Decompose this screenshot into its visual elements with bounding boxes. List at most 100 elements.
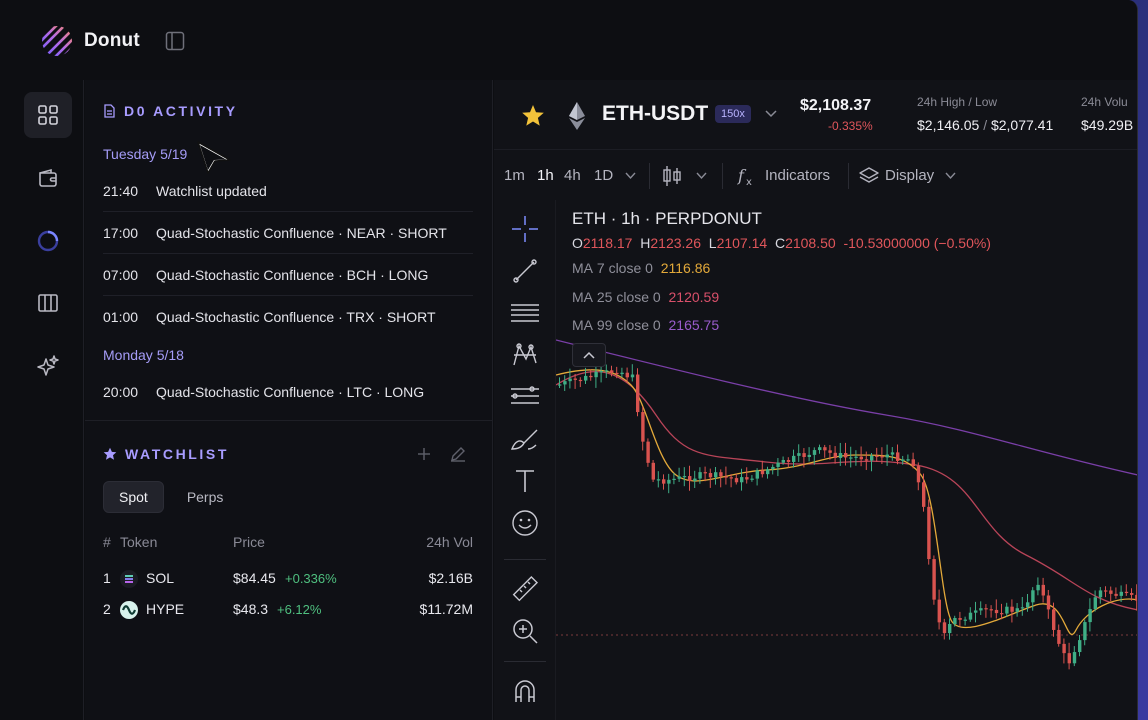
magnet-tool[interactable]: [510, 676, 540, 706]
row-num: 1: [103, 570, 111, 586]
col-vol: 24h Vol: [426, 534, 473, 550]
nav-dashboard-button[interactable]: [24, 92, 72, 138]
hype-token-icon: [120, 601, 138, 619]
candle-body: [589, 375, 593, 378]
candle-body: [1036, 584, 1040, 591]
last-price: $2,108.37: [800, 97, 872, 114]
indicators-button[interactable]: Indicators: [765, 167, 830, 184]
activity-day-label: Tuesday 5/19: [103, 146, 188, 162]
col-num: #: [103, 534, 111, 550]
watchlist-row[interactable]: 2 HYPE $48.3 +6.12% $11.72M: [103, 601, 473, 621]
chevron-down-icon[interactable]: [765, 109, 777, 119]
interval-chevron-icon[interactable]: [625, 172, 636, 180]
activity-text: Quad-Stochastic Confluence · NEAR · SHOR…: [156, 224, 447, 241]
candle-body: [1072, 652, 1077, 664]
fibonacci-icon: [511, 386, 539, 404]
tab-spot[interactable]: Spot: [103, 481, 164, 513]
crosshair-icon: [512, 216, 538, 242]
activity-time: 21:40: [103, 182, 139, 199]
crosshair-tool[interactable]: [510, 214, 540, 244]
activity-text: Quad-Stochastic Confluence · TRX · SHORT: [156, 309, 436, 325]
interval-1m[interactable]: 1m: [504, 167, 525, 184]
ma-7-line: [556, 369, 1137, 635]
candle-body: [703, 472, 707, 474]
candle-body: [698, 472, 702, 479]
ma-25-legend: MA 25 close 0 2120.59: [572, 289, 719, 305]
activity-header: D0 ACTIVITY: [103, 103, 238, 119]
donut-ring-icon: [37, 230, 59, 252]
sparkle-icon: [37, 355, 59, 376]
nav-ai-button[interactable]: [24, 343, 72, 389]
display-button[interactable]: Display: [885, 167, 934, 184]
candle-body: [1026, 602, 1030, 608]
horizontal-lines-tool[interactable]: [510, 298, 540, 328]
fib-tool[interactable]: [510, 382, 540, 412]
magnet-icon: [515, 680, 535, 702]
function-fx-icon: f x: [737, 166, 752, 187]
app-window: Donut D0 ACTIVITY Tuesday 5/19 21:40 Wat…: [0, 0, 1138, 720]
high-low-sep: /: [983, 117, 988, 133]
pair-name[interactable]: ETH-USDT: [602, 102, 708, 126]
activity-item[interactable]: 20:00 Quad-Stochastic Confluence · LTC ·…: [103, 371, 473, 413]
ma-params: 99 close 0: [596, 317, 661, 333]
candle-body: [599, 371, 603, 373]
candle-body: [563, 381, 567, 385]
activity-item[interactable]: 07:00 Quad-Stochastic Confluence · BCH ·…: [103, 254, 473, 296]
candle-body: [953, 618, 957, 625]
emoji-tool[interactable]: [510, 508, 540, 538]
watchlist-header: WATCHLIST: [103, 446, 229, 462]
sidebar-toggle-icon[interactable]: [165, 31, 185, 51]
candle-body: [677, 476, 681, 479]
candlestick-icon[interactable]: [662, 165, 682, 187]
activity-item[interactable]: 01:00 Quad-Stochastic Confluence · TRX ·…: [103, 296, 473, 338]
row-num: 2: [103, 601, 111, 617]
candle-body: [1005, 606, 1009, 614]
nav-wallet-button[interactable]: [24, 155, 72, 201]
candle-body: [1130, 593, 1134, 595]
ohlc-c-label: C: [774, 235, 786, 251]
display-chevron-icon[interactable]: [945, 172, 956, 180]
price-chart[interactable]: [556, 200, 1138, 720]
pattern-tool[interactable]: [510, 340, 540, 370]
candle-body: [864, 459, 869, 461]
candle-body: [885, 454, 889, 458]
candle-body: [1114, 593, 1118, 596]
interval-1d[interactable]: 1D: [594, 167, 613, 184]
candlestick-chart-svg[interactable]: [556, 200, 1138, 720]
candle-body: [948, 624, 952, 634]
candle-body: [1000, 613, 1004, 615]
add-icon[interactable]: [416, 446, 432, 462]
watchlist-tabs: Spot Perps: [103, 481, 238, 513]
candle-body: [812, 450, 817, 455]
text-tool[interactable]: [510, 466, 540, 496]
chart-type-chevron-icon[interactable]: [696, 172, 707, 180]
edit-pencil-icon[interactable]: [449, 445, 467, 463]
row-price: $48.3: [233, 601, 269, 617]
interval-1h[interactable]: 1h: [537, 167, 554, 184]
zoom-tool[interactable]: [510, 616, 540, 646]
candle-body: [1067, 653, 1071, 664]
candle-body: [1052, 609, 1056, 630]
svg-text:x: x: [746, 177, 752, 187]
activity-item[interactable]: 17:00 Quad-Stochastic Confluence · NEAR …: [103, 212, 473, 254]
measure-tool[interactable]: [510, 574, 540, 604]
candle-body: [1057, 629, 1061, 644]
brush-tool[interactable]: [510, 424, 540, 454]
candle-body: [1135, 594, 1137, 601]
interval-4h[interactable]: 4h: [564, 167, 581, 184]
favorite-star-icon[interactable]: [521, 104, 545, 127]
watchlist-row[interactable]: 1 SOL $84.45 +0.336% $2.16B: [103, 570, 473, 590]
candle-body: [792, 455, 796, 462]
trendline-tool[interactable]: [510, 256, 540, 286]
ohlc-h-label: H: [640, 235, 651, 251]
row-price: $84.45: [233, 570, 276, 586]
drawbar-divider: [504, 559, 546, 560]
ohlc-open: 2118.17: [582, 235, 633, 251]
legend-collapse-button[interactable]: [572, 343, 606, 367]
activity-item[interactable]: 21:40 Watchlist updated: [103, 170, 473, 212]
candle-body: [1098, 590, 1103, 598]
star-icon: [103, 447, 117, 460]
nav-donut-button[interactable]: [24, 218, 72, 264]
nav-columns-button[interactable]: [24, 280, 72, 326]
tab-perps[interactable]: Perps: [172, 481, 239, 513]
